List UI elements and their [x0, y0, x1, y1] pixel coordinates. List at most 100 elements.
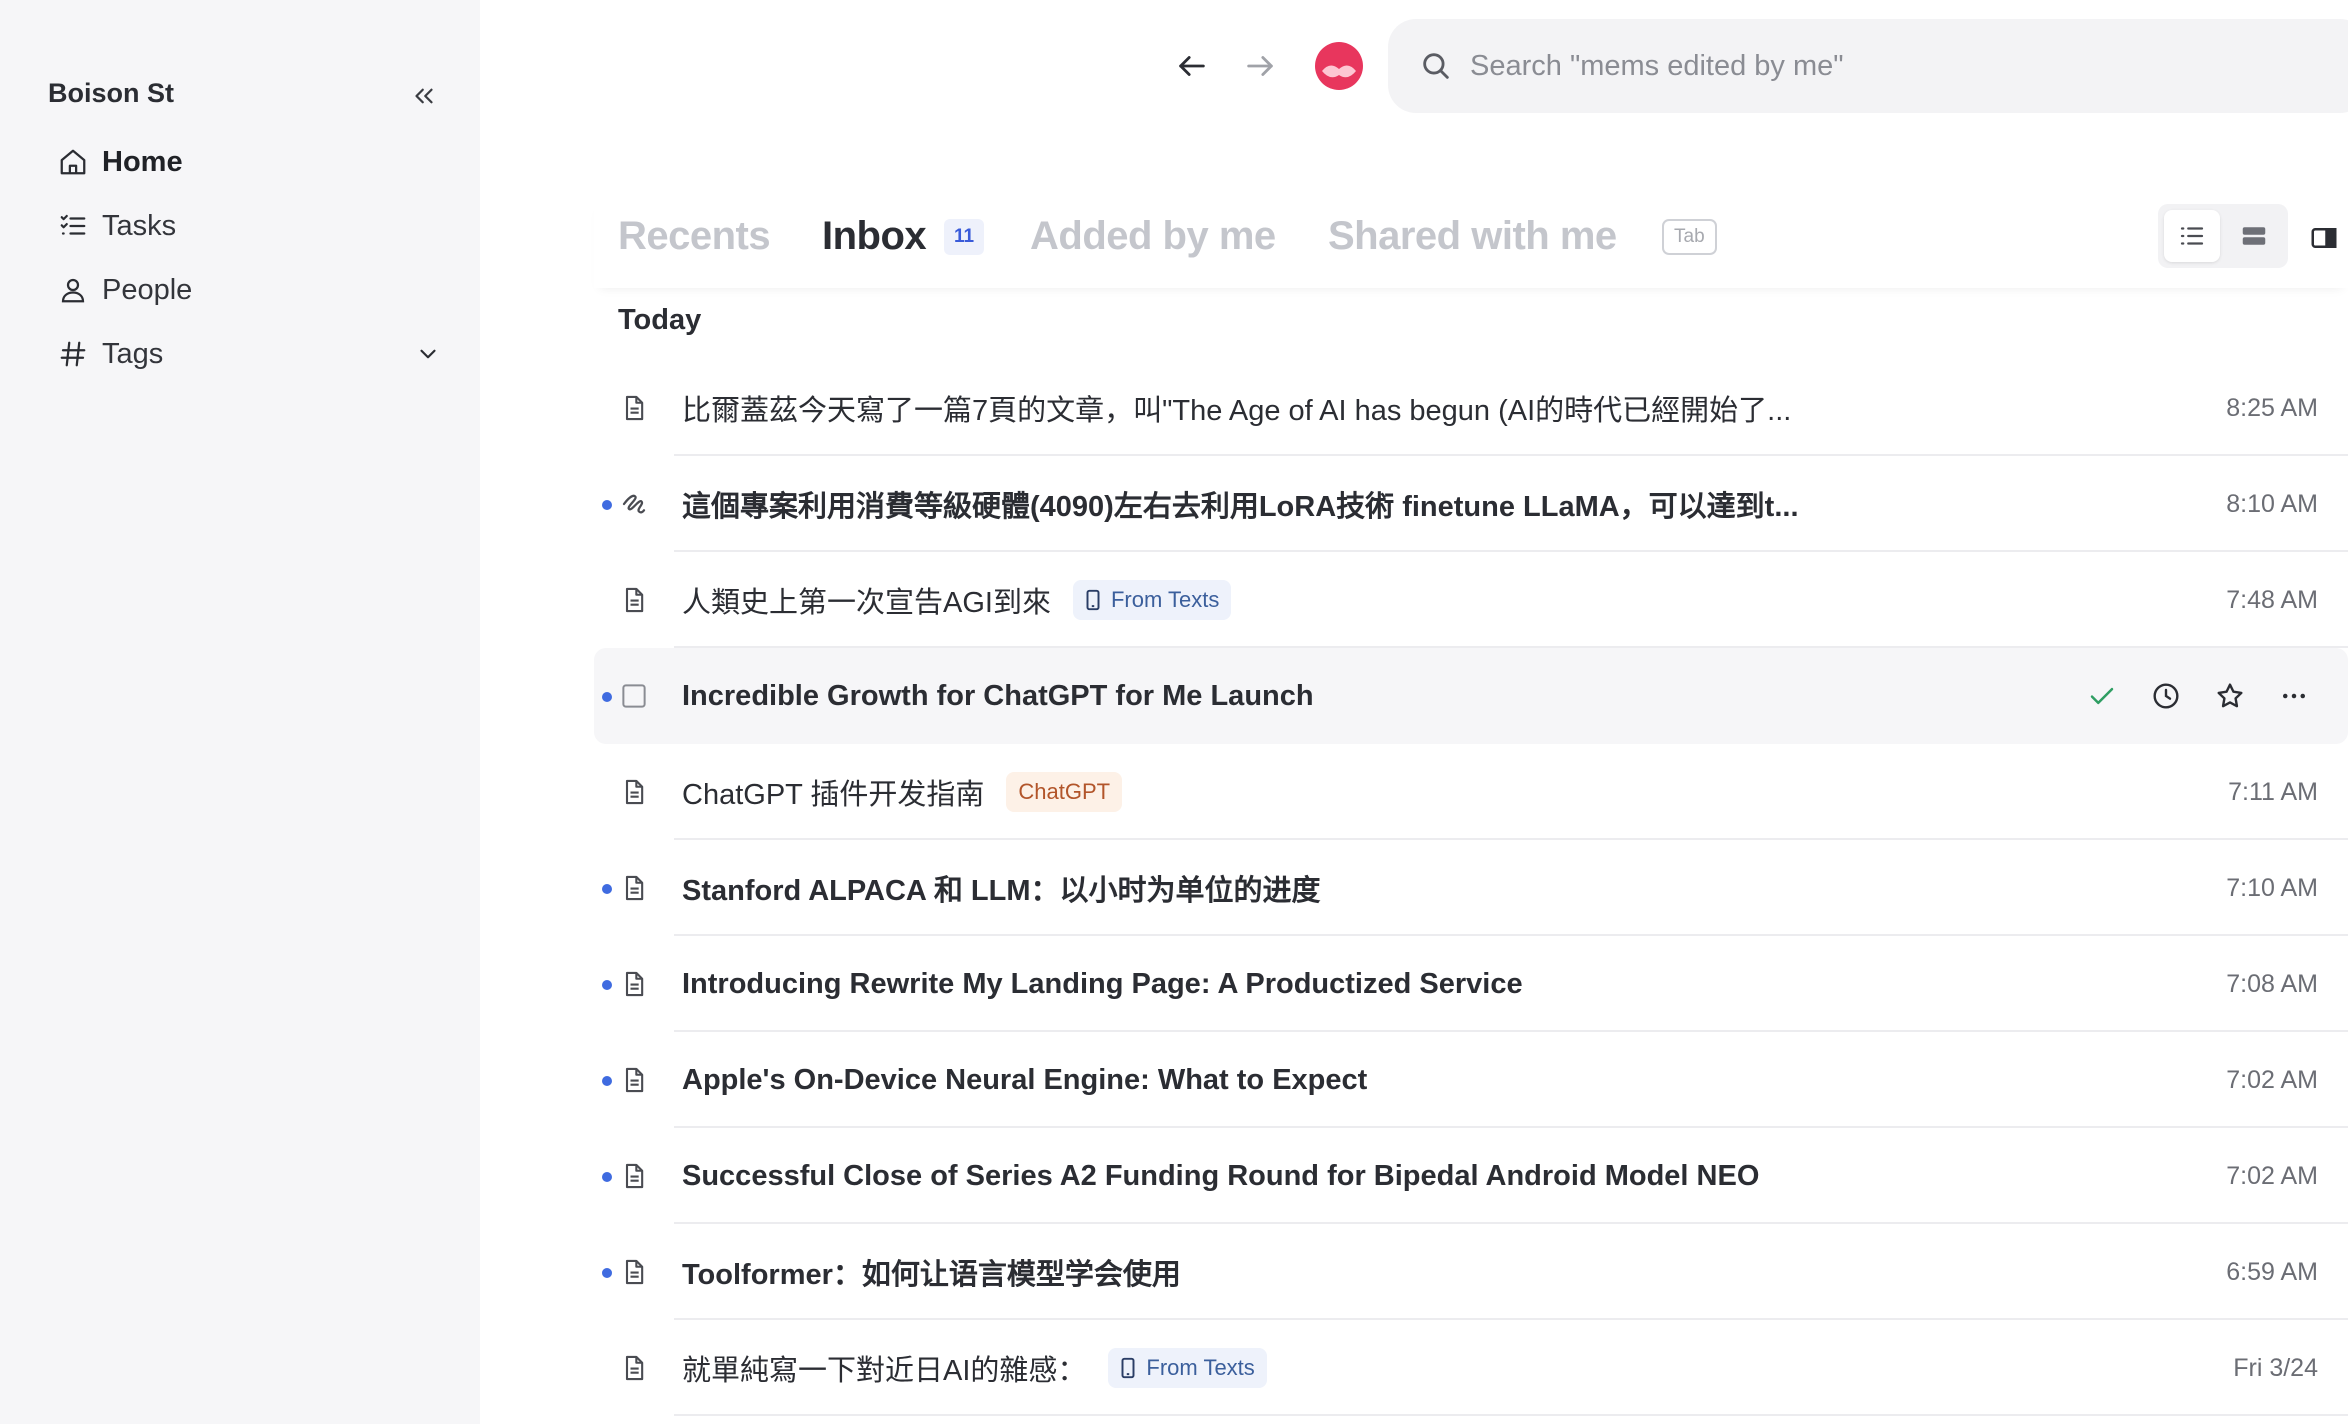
- document-icon: [614, 964, 654, 1004]
- unread-dot: [602, 500, 612, 510]
- item-title: Introducing Rewrite My Landing Page: A P…: [682, 967, 1523, 1000]
- tag-chip[interactable]: From Texts: [1108, 1348, 1267, 1388]
- document-icon: [614, 1348, 654, 1388]
- chevron-down-icon[interactable]: [410, 336, 446, 372]
- clock-icon[interactable]: [2142, 672, 2190, 720]
- document-icon: [614, 1060, 654, 1100]
- toggle-panel-button[interactable]: [2304, 218, 2344, 258]
- item-time: 7:02 AM: [2226, 1065, 2318, 1094]
- item-title: 就單純寫一下對近日AI的雜感：: [682, 1355, 1087, 1387]
- sidebar-item-home[interactable]: Home: [36, 136, 446, 188]
- tab-added-by-me[interactable]: Added by me: [1030, 214, 1276, 259]
- forward-button[interactable]: [1240, 46, 1280, 86]
- sidebar-item-people[interactable]: People: [36, 264, 446, 316]
- arrow-right-icon: [1247, 56, 1273, 76]
- item-title-wrap: Stanford ALPACA 和 LLM：以小时为单位的进度: [682, 840, 1321, 936]
- sidebar-item-tasks[interactable]: Tasks: [36, 200, 446, 252]
- list-view-button[interactable]: [2164, 210, 2220, 262]
- item-title-wrap: Incredible Growth for ChatGPT for Me Lau…: [682, 648, 1314, 744]
- tag-chip[interactable]: From Texts: [1072, 580, 1232, 620]
- tab-shortcut-hint: Tab: [1662, 219, 1717, 255]
- document-icon: [614, 1156, 654, 1196]
- item-title-wrap: Apple's On-Device Neural Engine: What to…: [682, 1032, 1367, 1128]
- collapse-sidebar-button[interactable]: [404, 76, 444, 116]
- item-time: 6:59 AM: [2226, 1257, 2318, 1286]
- list-item[interactable]: Toolformer：如何让语言模型学会使用 6:59 AM: [594, 1224, 2348, 1320]
- list-item[interactable]: 比爾蓋茲今天寫了一篇7頁的文章，叫"The Age of AI has begu…: [594, 360, 2348, 456]
- scribble-icon: [614, 484, 654, 524]
- list-item[interactable]: Stanford ALPACA 和 LLM：以小时为单位的进度 7:10 AM: [594, 840, 2348, 936]
- list-item[interactable]: Introducing Rewrite My Landing Page: A P…: [594, 936, 2348, 1032]
- app-logo[interactable]: [1314, 41, 1364, 91]
- side-panel-icon: [2311, 228, 2337, 248]
- unread-dot: [602, 692, 612, 702]
- view-toggle: [2158, 204, 2288, 268]
- phone-icon: [1120, 1357, 1136, 1379]
- list-item[interactable]: Incredible Growth for ChatGPT for Me Lau…: [594, 648, 2348, 744]
- checkbox-icon[interactable]: [614, 676, 654, 716]
- list-item[interactable]: Successful Close of Series A2 Funding Ro…: [594, 1128, 2348, 1224]
- document-icon: [614, 1252, 654, 1292]
- item-title: Stanford ALPACA 和 LLM：以小时为单位的进度: [682, 875, 1321, 907]
- section-label-today: Today: [618, 304, 702, 336]
- list-item[interactable]: 就單純寫一下對近日AI的雜感： From Texts Fri 3/24: [594, 1320, 2348, 1416]
- tab-bar: Recents Inbox 11 Added by me Shared with…: [594, 200, 2348, 288]
- item-title-wrap: ChatGPT 插件开发指南 ChatGPT: [682, 744, 1123, 840]
- tasks-icon: [46, 206, 100, 246]
- check-icon[interactable]: [2078, 672, 2126, 720]
- item-title: Toolformer：如何让语言模型学会使用: [682, 1259, 1181, 1291]
- divider: [674, 1414, 2348, 1416]
- list-item[interactable]: Apple's On-Device Neural Engine: What to…: [594, 1032, 2348, 1128]
- more-icon[interactable]: [2270, 672, 2318, 720]
- search-icon: [1416, 46, 1456, 86]
- unread-dot: [602, 980, 612, 990]
- document-icon: [614, 388, 654, 428]
- person-icon: [46, 270, 100, 310]
- document-icon: [614, 772, 654, 812]
- tag-chip-label: From Texts: [1146, 1355, 1255, 1380]
- sidebar: Boison St Home Tasks People Tags: [0, 0, 480, 1424]
- home-icon: [46, 142, 100, 182]
- item-title: Incredible Growth for ChatGPT for Me Lau…: [682, 679, 1314, 712]
- unread-dot: [602, 1268, 612, 1278]
- item-time: 7:48 AM: [2226, 585, 2318, 614]
- item-title-wrap: Successful Close of Series A2 Funding Ro…: [682, 1128, 1759, 1224]
- list-item[interactable]: 這個專案利用消費等級硬體(4090)左右去利用LoRA技術 finetune L…: [594, 456, 2348, 552]
- workspace-name[interactable]: Boison St: [48, 78, 174, 109]
- item-title: 比爾蓋茲今天寫了一篇7頁的文章，叫"The Age of AI has begu…: [682, 395, 1792, 427]
- item-title: Successful Close of Series A2 Funding Ro…: [682, 1159, 1760, 1192]
- document-icon: [614, 868, 654, 908]
- hash-icon: [46, 334, 100, 374]
- card-view-button[interactable]: [2226, 210, 2282, 262]
- tab-inbox[interactable]: Inbox: [822, 214, 927, 259]
- mem-logo-icon: [1315, 42, 1363, 90]
- tag-chip-label: ChatGPT: [1018, 779, 1111, 804]
- unread-dot: [602, 1076, 612, 1086]
- list-view-icon: [2180, 227, 2204, 245]
- item-title: 這個專案利用消費等級硬體(4090)左右去利用LoRA技術 finetune L…: [682, 491, 1799, 523]
- item-title-wrap: 就單純寫一下對近日AI的雜感： From Texts: [682, 1320, 1267, 1416]
- sidebar-item-label: Tags: [102, 337, 164, 370]
- search-bar[interactable]: [1388, 19, 2348, 113]
- tag-chip[interactable]: ChatGPT: [1006, 772, 1123, 812]
- item-title-wrap: Introducing Rewrite My Landing Page: A P…: [682, 936, 1523, 1032]
- item-title-wrap: 人類史上第一次宣告AGI到來 From Texts: [682, 552, 1232, 648]
- sidebar-item-label: Home: [102, 145, 183, 178]
- tab-shared-with-me[interactable]: Shared with me: [1328, 214, 1617, 259]
- sidebar-item-tags[interactable]: Tags: [36, 328, 446, 380]
- tab-recents[interactable]: Recents: [618, 214, 771, 259]
- list-item[interactable]: 人類史上第一次宣告AGI到來 From Texts 7:48 AM: [594, 552, 2348, 648]
- tag-chip-label: From Texts: [1110, 587, 1220, 612]
- item-time: 7:08 AM: [2226, 969, 2318, 998]
- item-title: Apple's On-Device Neural Engine: What to…: [682, 1063, 1368, 1096]
- item-time: 7:02 AM: [2226, 1161, 2318, 1190]
- sidebar-item-label: Tasks: [102, 209, 177, 242]
- card-view-icon: [2242, 227, 2266, 245]
- double-chevron-left-icon: [415, 88, 433, 104]
- back-button[interactable]: [1172, 46, 1212, 86]
- star-icon[interactable]: [2206, 672, 2254, 720]
- item-time: 8:25 AM: [2226, 393, 2318, 422]
- search-input[interactable]: [1470, 49, 2270, 83]
- list-item[interactable]: ChatGPT 插件开发指南 ChatGPT 7:11 AM: [594, 744, 2348, 840]
- item-title-wrap: Toolformer：如何让语言模型学会使用: [682, 1224, 1181, 1320]
